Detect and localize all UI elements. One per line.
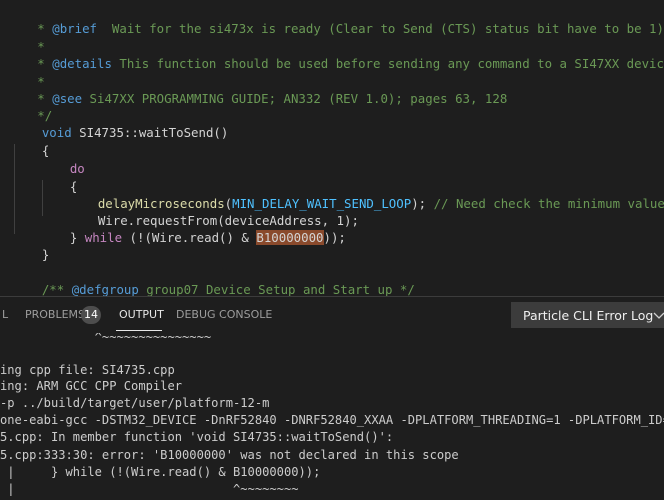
- chevron-down-icon: [652, 303, 664, 329]
- output-line: -p ../build/target/user/platform-12-m: [0, 396, 270, 410]
- output-line: | } while (!(Wire.read() & B10000000));: [0, 465, 321, 479]
- code-line-brief: * @brief Wait for the si473x is ready (C…: [0, 2, 664, 36]
- code-line-function-signature: void SI4735::waitToSend(): [12, 106, 229, 140]
- tab-terminal-fragment[interactable]: L: [2, 297, 8, 333]
- code-line-do-brace: {: [40, 160, 77, 194]
- while-end: ));: [323, 230, 346, 245]
- keyword-while: while: [84, 230, 123, 245]
- code-line-details: * @details This function should be used …: [0, 37, 664, 71]
- doc-tag-details: @details: [52, 56, 112, 71]
- code-line-while: } while (!(Wire.read() & B10000000));: [40, 211, 346, 245]
- code-line-do: do: [40, 142, 85, 176]
- code-line-request: Wire.requestFrom(deviceAddress, 1);: [68, 194, 359, 228]
- code-line-defgroup: /** @defgroup group07 Device Setup and S…: [12, 263, 415, 296]
- code-line-close-brace: }: [12, 228, 49, 262]
- comment-text: group07 Device Setup and Start up */: [138, 282, 415, 296]
- comment-text: This function should be used before send…: [111, 56, 664, 71]
- paren-close: );: [411, 196, 427, 211]
- output-line: 5.cpp:333:30: error: 'B10000000' was not…: [0, 448, 459, 462]
- close-brace: }: [41, 247, 50, 262]
- comment-start: /**: [41, 282, 72, 296]
- tab-debug-console[interactable]: DEBUG CONSOLE: [176, 297, 272, 333]
- code-line-delay: delayMicroseconds(MIN_DELAY_WAIT_SEND_LO…: [68, 177, 664, 211]
- output-line: ing: ARM GCC CPP Compiler: [0, 379, 183, 393]
- doc-tag-brief: @brief: [52, 21, 97, 36]
- output-line: one-eabi-gcc -DSTM32_DEVICE -DnRF52840 -…: [0, 413, 664, 427]
- code-line-see: * @see Si47XX PROGRAMMING GUIDE; AN332 (…: [0, 72, 507, 106]
- doc-tag-see: @see: [52, 91, 83, 106]
- while-condition: (!(Wire.read() &: [122, 230, 257, 245]
- tab-output[interactable]: OUTPUT: [119, 297, 164, 333]
- doc-tag-defgroup: @defgroup: [71, 282, 139, 296]
- output-line: 5.cpp: In member function 'void SI4735::…: [0, 430, 394, 444]
- close-brace: }: [69, 230, 85, 245]
- active-tab-indicator: [116, 330, 162, 331]
- output-line: ing cpp file: SI4735.cpp: [0, 363, 175, 377]
- output-channel-label: Particle CLI Error Log: [523, 308, 654, 323]
- function-signature: SI4735::waitToSend(): [71, 125, 229, 140]
- code-line-2: *: [0, 20, 44, 54]
- comment-text: Wait for the si473x is ready (Clear to S…: [97, 21, 664, 36]
- problems-count-badge: 14: [81, 306, 101, 324]
- output-line: | ^~~~~~~~~: [0, 482, 299, 496]
- output-log[interactable]: ^~~~~~~~~~~~~~~~ ing cpp file: SI4735.cp…: [0, 333, 664, 500]
- code-line-comment-end: */: [0, 89, 52, 123]
- tab-problems[interactable]: PROBLEMS: [25, 297, 85, 333]
- output-line: ^~~~~~~~~~~~~~~~: [0, 333, 212, 344]
- inline-comment: // Need check the minimum value.: [426, 196, 664, 211]
- code-line-4: *: [0, 55, 44, 89]
- highlighted-token: B10000000: [256, 230, 324, 245]
- code-line-open-brace: {: [12, 124, 49, 158]
- comment-text: Si47XX PROGRAMMING GUIDE; AN332 (REV 1.0…: [82, 91, 508, 106]
- output-channel-select[interactable]: Particle CLI Error Log: [511, 302, 664, 328]
- code-editor[interactable]: * @brief Wait for the si473x is ready (C…: [0, 0, 664, 296]
